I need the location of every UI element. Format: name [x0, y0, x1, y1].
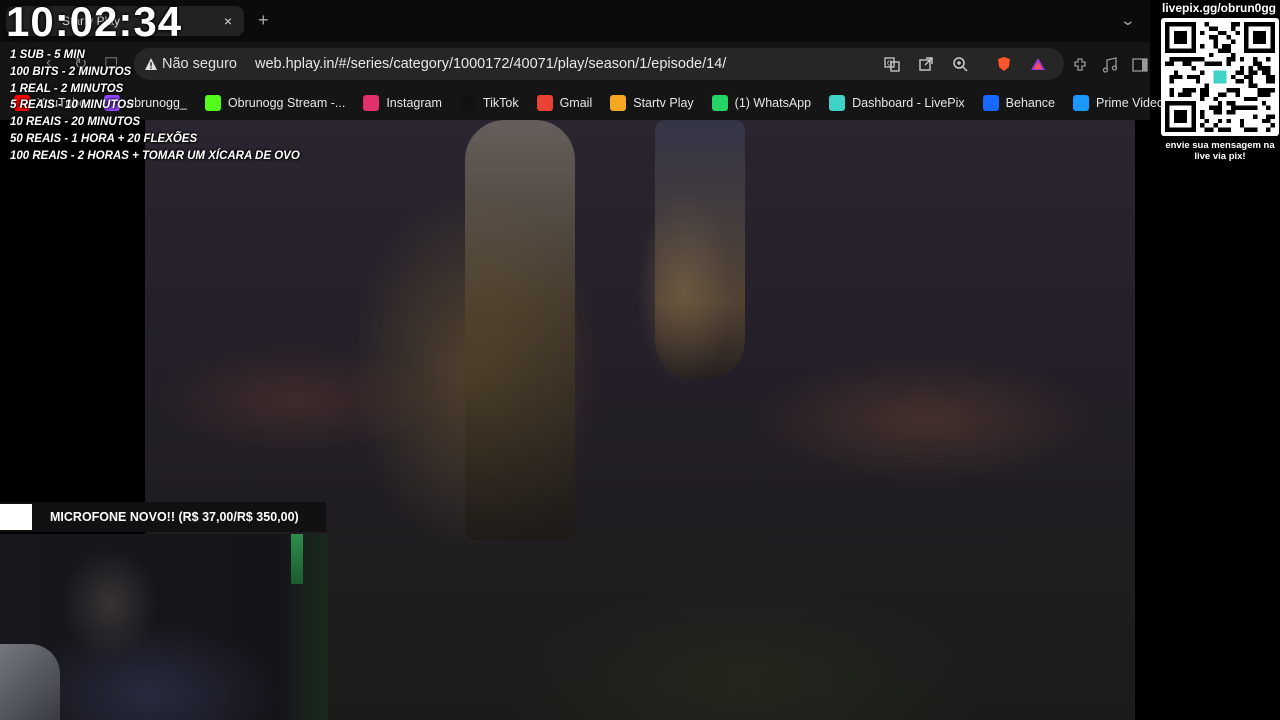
rule-item: 1 REAL - 2 MINUTOS — [10, 82, 124, 95]
open-external-icon[interactable] — [918, 56, 934, 72]
bookmark-label: Startv Play — [633, 96, 694, 110]
pix-note: envie sua mensagem na live via pix! — [1165, 140, 1275, 162]
rule-item: 100 BITS - 2 MINUTOS — [10, 65, 132, 78]
bookmark-label: TikTok — [482, 96, 519, 110]
tab-close-icon[interactable]: × — [220, 13, 236, 29]
whatsapp-icon — [711, 95, 728, 111]
media-controls-icon[interactable] — [1101, 56, 1119, 74]
bookmark-item[interactable]: Startv Play — [610, 95, 694, 111]
video-frame-figure — [465, 120, 575, 540]
prime-video-icon — [1073, 95, 1090, 111]
zoom-icon[interactable] — [952, 56, 968, 72]
rule-item: 1 SUB - 5 MIN — [10, 49, 85, 61]
bookmark-label: Dashboard - LivePix — [852, 96, 965, 110]
gmail-icon — [536, 95, 553, 111]
pix-qr-code — [1161, 18, 1279, 136]
goal-progress-fill — [0, 504, 32, 530]
bookmark-item[interactable]: Gmail — [536, 95, 593, 111]
extensions-icon[interactable] — [1071, 56, 1089, 74]
new-tab-button[interactable]: + — [258, 10, 269, 31]
goal-label: MICROFONE NOVO!! (R$ 37,00/R$ 350,00) — [50, 510, 299, 524]
bookmark-label: Instagram — [386, 96, 442, 110]
startv-icon — [610, 95, 627, 111]
rule-item: 10 REAIS - 20 MINUTOS — [10, 116, 141, 129]
url-text[interactable]: web.hplay.in/#/series/category/1000172/4… — [255, 56, 726, 72]
tiktok-icon — [459, 95, 476, 111]
bookmark-item[interactable]: Behance — [982, 95, 1056, 111]
livepix-icon — [829, 95, 846, 111]
bookmark-item[interactable]: Instagram — [363, 95, 442, 111]
brave-rewards-icon[interactable] — [1030, 56, 1046, 72]
sidebar-toggle-icon[interactable] — [1131, 56, 1149, 74]
donation-goal-bar: MICROFONE NOVO!! (R$ 37,00/R$ 350,00) — [0, 502, 326, 532]
webcam-green-light — [291, 534, 303, 584]
rule-item: 50 REAIS - 1 HORA + 20 FLEXÕES — [10, 132, 198, 145]
webcam-feed — [0, 534, 328, 720]
donation-rules-list: 1 SUB - 5 MIN 100 BITS - 2 MINUTOS 1 REA… — [10, 47, 300, 165]
instagram-icon — [363, 95, 380, 111]
bookmark-item[interactable]: TikTok — [459, 95, 519, 111]
bookmark-label: Behance — [1005, 96, 1056, 110]
pix-url: livepix.gg/obrun0gg — [1162, 1, 1277, 15]
tab-search-chevron-icon[interactable]: ⌄ — [1120, 12, 1136, 29]
translate-icon[interactable]: G — [884, 56, 900, 72]
webcam-pillow — [0, 644, 60, 720]
rule-item: 5 REAIS - 10 MINUTOS — [10, 99, 134, 112]
bookmark-label: (1) WhatsApp — [734, 96, 812, 110]
rule-item: 100 REAIS - 2 HORAS + TOMAR UM XÍCARA DE… — [10, 149, 300, 162]
brave-shields-icon[interactable] — [996, 56, 1012, 72]
behance-icon — [982, 95, 999, 111]
stream-clock: 10:02:34 — [6, 0, 183, 45]
video-frame-legs — [655, 120, 745, 380]
bookmark-item[interactable]: Dashboard - LivePix — [829, 95, 965, 111]
bookmark-label: Gmail — [559, 96, 593, 110]
bookmark-item[interactable]: (1) WhatsApp — [711, 95, 812, 111]
